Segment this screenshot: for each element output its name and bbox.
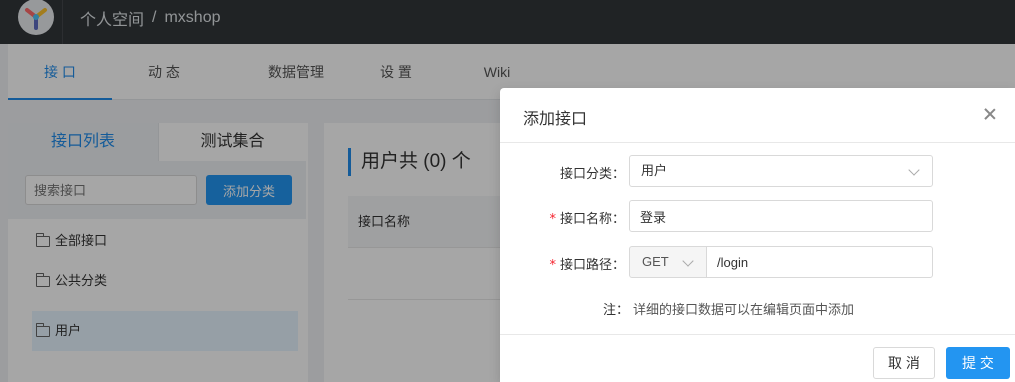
- path-label-text: 接口路径：: [559, 257, 625, 272]
- close-icon[interactable]: [980, 105, 1000, 125]
- path-label: * 接口路径：: [549, 254, 625, 273]
- name-label-text: 接口名称：: [559, 211, 625, 226]
- interface-path-input[interactable]: [706, 246, 933, 278]
- name-label: * 接口名称：: [549, 208, 625, 227]
- required-mark: *: [549, 258, 556, 273]
- modal-title: 添加接口: [523, 111, 588, 128]
- chevron-down-icon: [682, 255, 694, 267]
- modal-header: 添加接口: [500, 88, 1015, 143]
- note-label: 注：: [603, 302, 630, 317]
- cancel-button[interactable]: 取 消: [873, 347, 935, 379]
- submit-button[interactable]: 提 交: [946, 347, 1010, 379]
- category-select[interactable]: 用户: [629, 155, 933, 187]
- add-interface-modal: 添加接口 接口分类： 用户 *接口名称： *接口路径： GET 注：详细的接口数…: [500, 88, 1015, 382]
- modal-footer: 取 消 提 交: [500, 334, 1015, 382]
- form-note: 注： 详细的接口数据可以在编辑页面中添加: [603, 299, 854, 318]
- note-text: 详细的接口数据可以在编辑页面中添加: [633, 302, 855, 317]
- category-select-value: 用户: [641, 163, 668, 178]
- category-label: 接口分类：: [559, 166, 625, 181]
- method-select[interactable]: GET: [629, 246, 707, 278]
- interface-name-input[interactable]: [629, 200, 933, 232]
- required-mark: *: [549, 212, 556, 227]
- method-select-value: GET: [642, 254, 669, 269]
- chevron-down-icon: [908, 164, 920, 176]
